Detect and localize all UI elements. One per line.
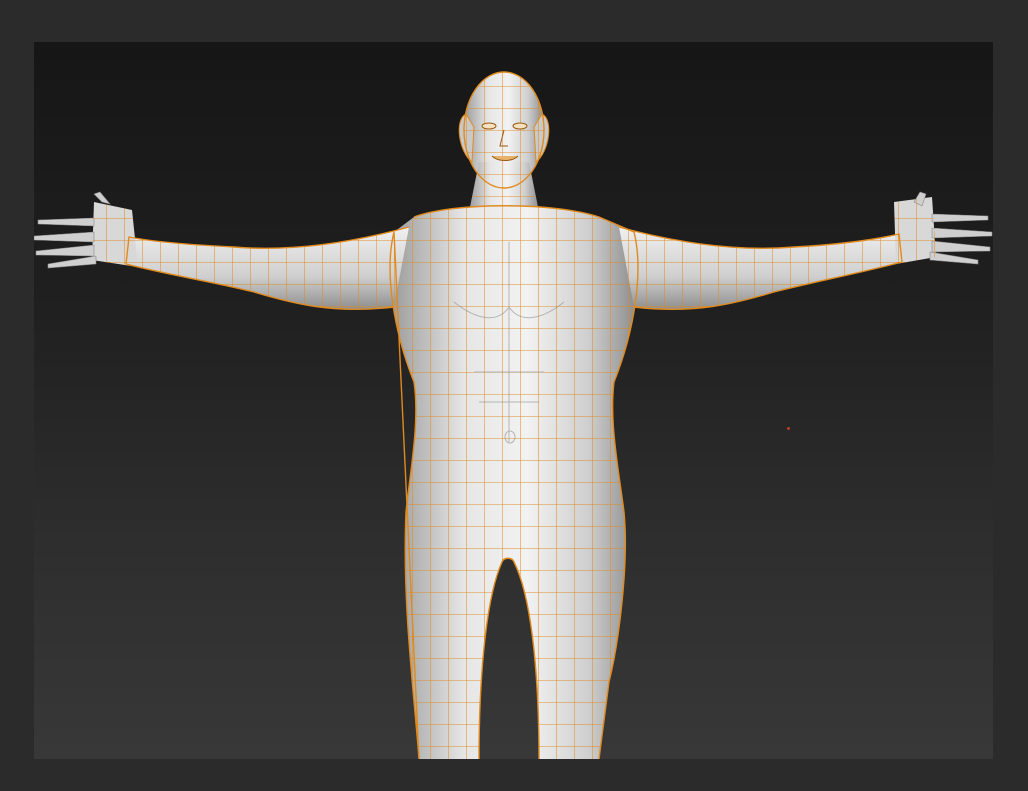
polygroup-wireframe	[92, 72, 936, 759]
3d-viewport[interactable]	[34, 42, 993, 759]
app-window-frame	[0, 0, 1028, 791]
model-canvas[interactable]	[34, 42, 993, 759]
stray-vertex-dot	[787, 427, 790, 430]
